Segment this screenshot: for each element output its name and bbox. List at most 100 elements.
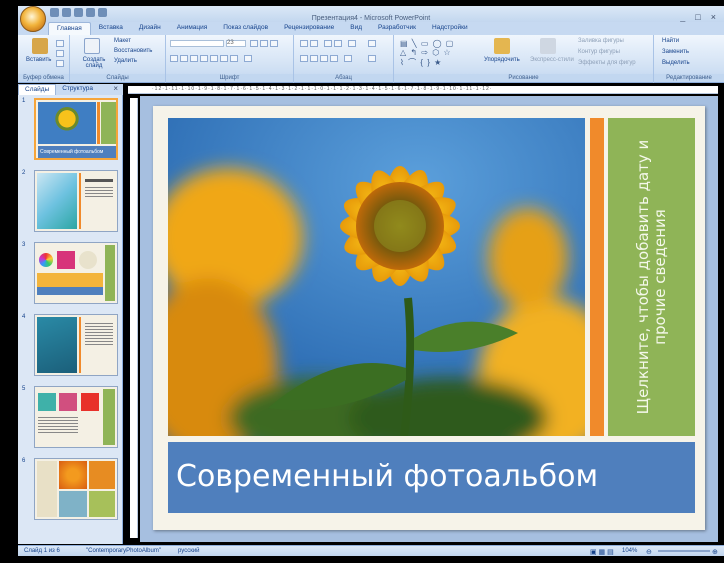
delete-button[interactable]: Удалить xyxy=(114,58,137,64)
open-icon[interactable] xyxy=(86,8,95,17)
thumbnail-number: 4 xyxy=(22,314,26,320)
sunflower-photo[interactable] xyxy=(168,118,585,436)
slide-thumbnail[interactable] xyxy=(34,242,118,304)
arrange-icon[interactable] xyxy=(494,38,510,54)
date-placeholder[interactable]: Щелкните, чтобы добавить дату и прочие с… xyxy=(608,118,695,436)
office-button[interactable] xyxy=(20,6,46,32)
zoom-slider[interactable] xyxy=(658,550,710,552)
shape-fill-button[interactable]: Заливка фигуры xyxy=(578,38,624,44)
green-image xyxy=(89,491,115,517)
slide-thumbnail[interactable] xyxy=(34,458,118,520)
arrange-button[interactable]: Упорядочить xyxy=(484,57,520,63)
smartart-icon[interactable] xyxy=(368,55,376,62)
font-name-box[interactable] xyxy=(170,40,224,47)
bold-icon[interactable] xyxy=(170,55,178,62)
align-right-icon[interactable] xyxy=(320,55,328,62)
tab-developer[interactable]: Разработчик xyxy=(370,22,424,35)
italic-icon[interactable] xyxy=(180,55,188,62)
text-direction-icon[interactable] xyxy=(368,40,376,47)
underline-icon[interactable] xyxy=(190,55,198,62)
slides-label: Слайды xyxy=(70,74,165,82)
ribbon-tabs: Главная Вставка Дизайн Анимация Показ сл… xyxy=(18,22,724,35)
tab-view[interactable]: Вид xyxy=(342,22,370,35)
print-icon[interactable] xyxy=(98,8,107,17)
columns-icon[interactable] xyxy=(344,55,352,62)
tab-addins[interactable]: Надстройки xyxy=(424,22,476,35)
layout-button[interactable]: Макет xyxy=(114,38,131,44)
slide-thumbnail[interactable] xyxy=(34,386,118,448)
replace-button[interactable]: Заменить xyxy=(662,49,689,55)
paste-button[interactable]: Вставить xyxy=(26,57,51,63)
grow-font-icon[interactable] xyxy=(250,40,258,47)
view-buttons[interactable]: ▣ ▦ ▤ xyxy=(590,548,614,556)
strike-icon[interactable] xyxy=(200,55,208,62)
align-left-icon[interactable] xyxy=(300,55,308,62)
zoom-out-icon[interactable]: ⊖ xyxy=(646,548,652,556)
quick-access-toolbar xyxy=(50,8,107,17)
font-color-icon[interactable] xyxy=(244,55,252,62)
justify-icon[interactable] xyxy=(330,55,338,62)
minimize-button[interactable]: _ xyxy=(680,12,685,22)
editing-label: Редактирование xyxy=(654,74,724,82)
clear-format-icon[interactable] xyxy=(270,40,278,47)
zoom-level[interactable]: 104% xyxy=(622,548,637,554)
slides-group: Создать слайд Макет Восстановить Удалить… xyxy=(70,35,166,83)
maximize-button[interactable]: □ xyxy=(695,12,700,22)
color-wheel-image xyxy=(39,253,53,267)
increase-indent-icon[interactable] xyxy=(334,40,342,47)
bullets-icon[interactable] xyxy=(300,40,308,47)
text-block xyxy=(85,323,113,347)
shapes-gallery[interactable]: ▤ ╲ ▭ ◯ ▢ △ ↰ ⇨ ⬡ ☆ ⌇ ⌒ { } ★ xyxy=(400,39,454,68)
case-icon[interactable] xyxy=(230,55,238,62)
title-placeholder[interactable]: Современный фотоальбом xyxy=(168,442,695,513)
undo-icon[interactable] xyxy=(62,8,71,17)
close-button[interactable]: × xyxy=(711,12,716,22)
select-button[interactable]: Выделить xyxy=(662,60,690,66)
font-size-box[interactable]: 23 xyxy=(226,40,246,47)
window-title: Презентация4 - Microsoft PowerPoint xyxy=(311,15,431,22)
tab-slideshow[interactable]: Показ слайдов xyxy=(215,22,276,35)
copy-icon[interactable] xyxy=(56,50,64,57)
slide-thumbnail[interactable] xyxy=(34,170,118,232)
new-slide-icon[interactable] xyxy=(84,38,100,54)
tab-insert[interactable]: Вставка xyxy=(91,22,131,35)
slide-counter: Слайд 1 из 6 xyxy=(24,548,60,554)
line-spacing-icon[interactable] xyxy=(348,40,356,47)
spacing-icon[interactable] xyxy=(220,55,228,62)
slide-thumbnail[interactable]: Современный фотоальбом xyxy=(34,98,118,160)
thumbnail-row: 4 xyxy=(20,314,120,378)
paste-icon[interactable] xyxy=(32,38,48,54)
text-block xyxy=(38,417,78,435)
photo-1 xyxy=(38,393,56,411)
thumbnail-row: 5 xyxy=(20,386,120,450)
slide-thumbnail[interactable] xyxy=(34,314,118,376)
format-painter-icon[interactable] xyxy=(56,60,64,67)
sunflower-image xyxy=(38,102,96,144)
numbering-icon[interactable] xyxy=(310,40,318,47)
shape-effects-button[interactable]: Эффекты для фигур xyxy=(578,60,636,66)
tab-animation[interactable]: Анимация xyxy=(169,22,216,35)
shrink-font-icon[interactable] xyxy=(260,40,268,47)
reset-button[interactable]: Восстановить xyxy=(114,48,152,54)
tab-outline[interactable]: Структура xyxy=(56,84,99,95)
quick-styles-button[interactable]: Экспресс-стили xyxy=(530,57,574,63)
tab-home[interactable]: Главная xyxy=(48,22,91,35)
tab-review[interactable]: Рецензирование xyxy=(276,22,342,35)
close-pane-icon[interactable]: × xyxy=(113,84,118,93)
decrease-indent-icon[interactable] xyxy=(324,40,332,47)
find-button[interactable]: Найти xyxy=(662,38,679,44)
language-indicator[interactable]: русский xyxy=(178,548,200,554)
pane-tabs: Слайды Структура xyxy=(18,84,123,95)
redo-icon[interactable] xyxy=(74,8,83,17)
tab-slides[interactable]: Слайды xyxy=(18,84,57,95)
zoom-in-icon[interactable]: ⊕ xyxy=(712,548,718,556)
quick-styles-icon[interactable] xyxy=(540,38,556,54)
save-icon[interactable] xyxy=(50,8,59,17)
shape-outline-button[interactable]: Контур фигуры xyxy=(578,49,620,55)
shadow-icon[interactable] xyxy=(210,55,218,62)
new-slide-button[interactable]: Создать слайд xyxy=(74,57,114,69)
cut-icon[interactable] xyxy=(56,40,64,47)
align-center-icon[interactable] xyxy=(310,55,318,62)
clipboard-group: Вставить Буфер обмена xyxy=(18,35,70,83)
tab-design[interactable]: Дизайн xyxy=(131,22,169,35)
